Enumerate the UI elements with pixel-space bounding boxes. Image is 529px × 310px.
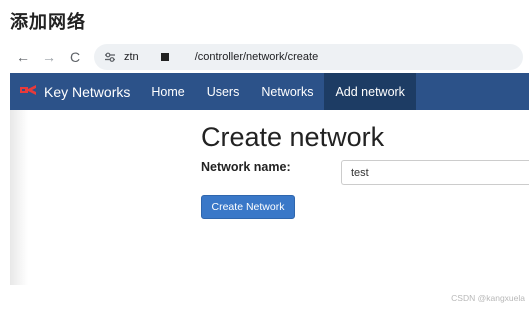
brand-name: Key Networks <box>44 83 131 100</box>
browser-toolbar: ← → C ztn /controller/network/create <box>10 40 529 73</box>
watermark: CSDN @kangxuela <box>451 293 525 303</box>
address-host: ztn <box>124 50 139 63</box>
nav-add-network[interactable]: Add network <box>324 73 416 110</box>
nav-home[interactable]: Home <box>140 73 195 110</box>
nav-users[interactable]: Users <box>196 73 251 110</box>
page-edge-shadow <box>10 110 28 285</box>
create-network-button[interactable]: Create Network <box>201 195 295 219</box>
address-bar[interactable]: ztn /controller/network/create <box>94 43 523 70</box>
reload-button[interactable]: C <box>62 44 88 70</box>
address-path: /controller/network/create <box>194 50 319 63</box>
site-settings-icon[interactable] <box>99 48 121 66</box>
key-logo-icon <box>18 82 38 101</box>
top-navbar: Key Networks Home Users Networks Add net… <box>10 73 529 110</box>
doc-heading: 添加网络 <box>10 12 86 33</box>
network-name-label: Network name: <box>201 160 291 174</box>
network-name-input[interactable] <box>341 160 529 185</box>
back-button[interactable]: ← <box>10 44 36 70</box>
redaction-mark <box>160 52 169 61</box>
forward-button[interactable]: → <box>36 44 62 70</box>
nav-networks[interactable]: Networks <box>250 73 324 110</box>
brand[interactable]: Key Networks <box>10 73 140 110</box>
page-title: Create network <box>201 122 385 152</box>
